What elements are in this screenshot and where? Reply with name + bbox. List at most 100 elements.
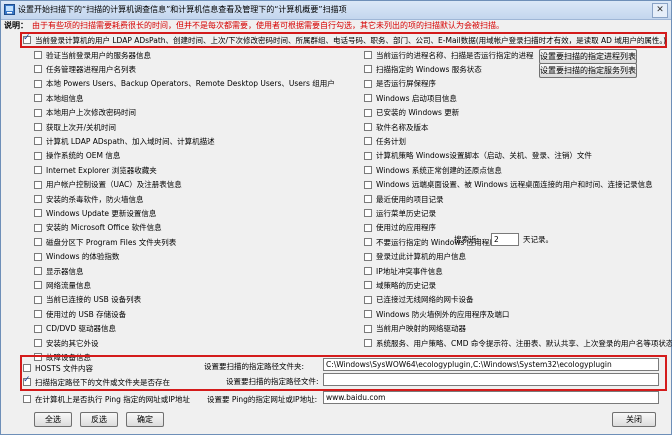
left-option-checkbox[interactable] <box>34 137 42 146</box>
right-option-item[interactable]: 计算机策略 Windows设置脚本（启动、关机、登录、注销）文件 <box>364 150 592 162</box>
ping-checkbox[interactable] <box>23 395 31 403</box>
set-process-list-button[interactable]: 设置要扫描的指定进程列表 <box>539 49 637 64</box>
left-option-checkbox[interactable] <box>34 65 42 74</box>
right-option-checkbox[interactable] <box>364 65 372 74</box>
left-option-item[interactable]: CD/DVD 驱动器信息 <box>34 323 116 335</box>
right-option-item[interactable]: 已连接过无线网络的网卡设备 <box>364 294 474 306</box>
right-option-item[interactable]: 登录过此计算机的用户信息 <box>364 251 466 263</box>
right-option-checkbox[interactable] <box>364 339 372 347</box>
right-option-checkbox[interactable] <box>364 137 372 146</box>
file-path-input[interactable] <box>323 373 659 386</box>
right-option-checkbox[interactable] <box>364 195 372 203</box>
right-option-item[interactable]: 当前用户映射的网络驱动器 <box>364 323 466 335</box>
left-option-item[interactable]: Windows Update 更新设置信息 <box>34 207 156 219</box>
left-option-checkbox[interactable] <box>34 151 42 160</box>
right-option-checkbox[interactable] <box>364 223 372 232</box>
left-option-item[interactable]: 操作系统的 OEM 信息 <box>34 150 120 162</box>
right-option-item[interactable]: IP地址冲突事件信息 <box>364 265 443 277</box>
right-option-checkbox[interactable] <box>364 238 372 247</box>
right-option-checkbox[interactable] <box>364 180 372 189</box>
left-option-checkbox[interactable] <box>34 123 42 131</box>
right-option-item[interactable]: Windows 远端桌面设置、被 Windows 远程桌面连接的用户和时间、连接… <box>364 179 653 191</box>
left-option-checkbox[interactable] <box>34 209 42 218</box>
left-option-checkbox[interactable] <box>34 223 42 232</box>
left-option-checkbox[interactable] <box>34 252 42 261</box>
left-option-checkbox[interactable] <box>34 281 42 290</box>
left-option-item[interactable]: 使用过的 USB 存储设备 <box>34 308 126 320</box>
option-ldap-info[interactable]: 当前登录计算机的用户 LDAP ADsPath、创建时间、上次/下次修改密码时间… <box>23 33 666 46</box>
left-option-item[interactable]: 磁盘分区下 Program Files 文件夹列表 <box>34 236 176 248</box>
left-option-item[interactable]: 显示器信息 <box>34 265 84 277</box>
left-option-item[interactable]: 安装的 Microsoft Office 软件信息 <box>34 222 162 234</box>
left-option-item[interactable]: 安装的其它外设 <box>34 337 99 349</box>
right-option-item[interactable]: Windows 启动项目信息 <box>364 92 457 104</box>
scan-folder-checkbox[interactable] <box>23 375 31 386</box>
left-option-item[interactable]: 计算机 LDAP ADspath、加入域时间、计算机描述 <box>34 135 215 147</box>
left-option-checkbox[interactable] <box>34 324 42 333</box>
right-option-checkbox[interactable] <box>364 79 372 88</box>
right-option-item[interactable]: 使用过的应用程序 <box>364 222 436 234</box>
left-option-item[interactable]: 任务管理器进程用户名列表 <box>34 63 136 75</box>
right-option-checkbox[interactable] <box>364 310 372 319</box>
option-scan-folder[interactable]: 扫描指定路径下的文件或文件夹是否存在 <box>23 375 170 388</box>
right-option-checkbox[interactable] <box>364 324 372 333</box>
left-option-item[interactable]: 本地组信息 <box>34 92 84 104</box>
right-option-checkbox[interactable] <box>364 267 372 275</box>
invert-selection-button[interactable]: 反选 <box>80 412 118 427</box>
left-option-checkbox[interactable] <box>34 166 42 175</box>
left-option-checkbox[interactable] <box>34 339 42 347</box>
right-option-checkbox[interactable] <box>364 94 372 103</box>
left-option-checkbox[interactable] <box>34 295 42 304</box>
ldap-checkbox[interactable] <box>23 33 31 44</box>
option-hosts[interactable]: HOSTS 文件内容 <box>23 362 93 374</box>
right-option-item[interactable]: 任务计划 <box>364 135 406 147</box>
right-option-item[interactable]: 当前运行的进程名称、扫描是否运行指定的进程 <box>364 49 534 61</box>
right-option-item[interactable]: 运行菜单历史记录 <box>364 207 436 219</box>
left-option-item[interactable]: Internet Explorer 浏览器收藏夹 <box>34 164 157 176</box>
left-option-checkbox[interactable] <box>34 310 42 319</box>
right-option-checkbox[interactable] <box>364 209 372 218</box>
left-option-item[interactable]: 安装的杀毒软件，防火墙信息 <box>34 193 144 205</box>
left-option-item[interactable]: 当前已连接的 USB 设备列表 <box>34 294 141 306</box>
left-option-checkbox[interactable] <box>34 195 42 203</box>
right-option-item[interactable]: 软件名称及版本 <box>364 121 429 133</box>
right-option-item[interactable]: 是否运行屏保程序 <box>364 78 436 90</box>
left-option-checkbox[interactable] <box>34 51 42 59</box>
ping-target-input[interactable]: www.baidu.com <box>323 391 659 404</box>
folder-path-input[interactable]: C:\Windows\SysWOW64\ecologyplugin,C:\Win… <box>323 358 659 371</box>
right-option-item[interactable]: 不要运行指定的 Windows 应用程序列表 <box>364 236 512 248</box>
right-option-checkbox[interactable] <box>364 51 372 59</box>
right-option-checkbox[interactable] <box>364 166 372 175</box>
left-option-item[interactable]: 验证当前登录用户的服务器信息 <box>34 49 151 61</box>
left-option-item[interactable]: 本地用户上次修改密码时间 <box>34 107 136 119</box>
right-option-item[interactable]: 系统服务、用户策略、CMD 命令提示符、注册表、默认共享、上次登录的用户名等项状… <box>364 337 672 349</box>
right-option-checkbox[interactable] <box>364 295 372 304</box>
left-option-checkbox[interactable] <box>34 108 42 117</box>
left-option-checkbox[interactable] <box>34 94 42 103</box>
days-input[interactable]: 2 <box>491 233 519 246</box>
close-button[interactable]: 关闭 <box>612 412 656 427</box>
left-option-item[interactable]: 网络流量信息 <box>34 279 91 291</box>
right-option-item[interactable]: 最近使用的项目记录 <box>364 193 444 205</box>
right-option-checkbox[interactable] <box>364 123 372 131</box>
right-option-item[interactable]: Windows 防火墙例外的应用程序及端口 <box>364 308 509 320</box>
right-option-item[interactable]: 域策略的历史记录 <box>364 279 436 291</box>
left-option-item[interactable]: 用户帐户控制设置（UAC）及注册表信息 <box>34 179 182 191</box>
ok-button[interactable]: 确定 <box>126 412 164 427</box>
hosts-checkbox[interactable] <box>23 364 31 372</box>
set-service-list-button[interactable]: 设置要扫描的指定服务列表 <box>539 63 637 78</box>
right-option-checkbox[interactable] <box>364 151 372 160</box>
left-option-item[interactable]: 本地 Powers Users、Backup Operators、Remote … <box>34 78 335 90</box>
left-option-checkbox[interactable] <box>34 79 42 88</box>
option-ping[interactable]: 在计算机上是否执行 Ping 指定的网址或IP地址 <box>23 393 190 405</box>
right-option-checkbox[interactable] <box>364 281 372 290</box>
left-option-checkbox[interactable] <box>34 267 42 275</box>
right-option-item[interactable]: Windows 系统正常创建的还原点信息 <box>364 164 502 176</box>
right-option-item[interactable]: 扫描指定的 Windows 服务状态 <box>364 63 482 75</box>
select-all-button[interactable]: 全选 <box>34 412 72 427</box>
right-option-checkbox[interactable] <box>364 252 372 261</box>
right-option-item[interactable]: 已安装的 Windows 更新 <box>364 107 459 119</box>
left-option-checkbox[interactable] <box>34 180 42 189</box>
left-option-item[interactable]: 获取上次开/关机时间 <box>34 121 116 133</box>
close-icon[interactable]: ✕ <box>652 3 668 18</box>
